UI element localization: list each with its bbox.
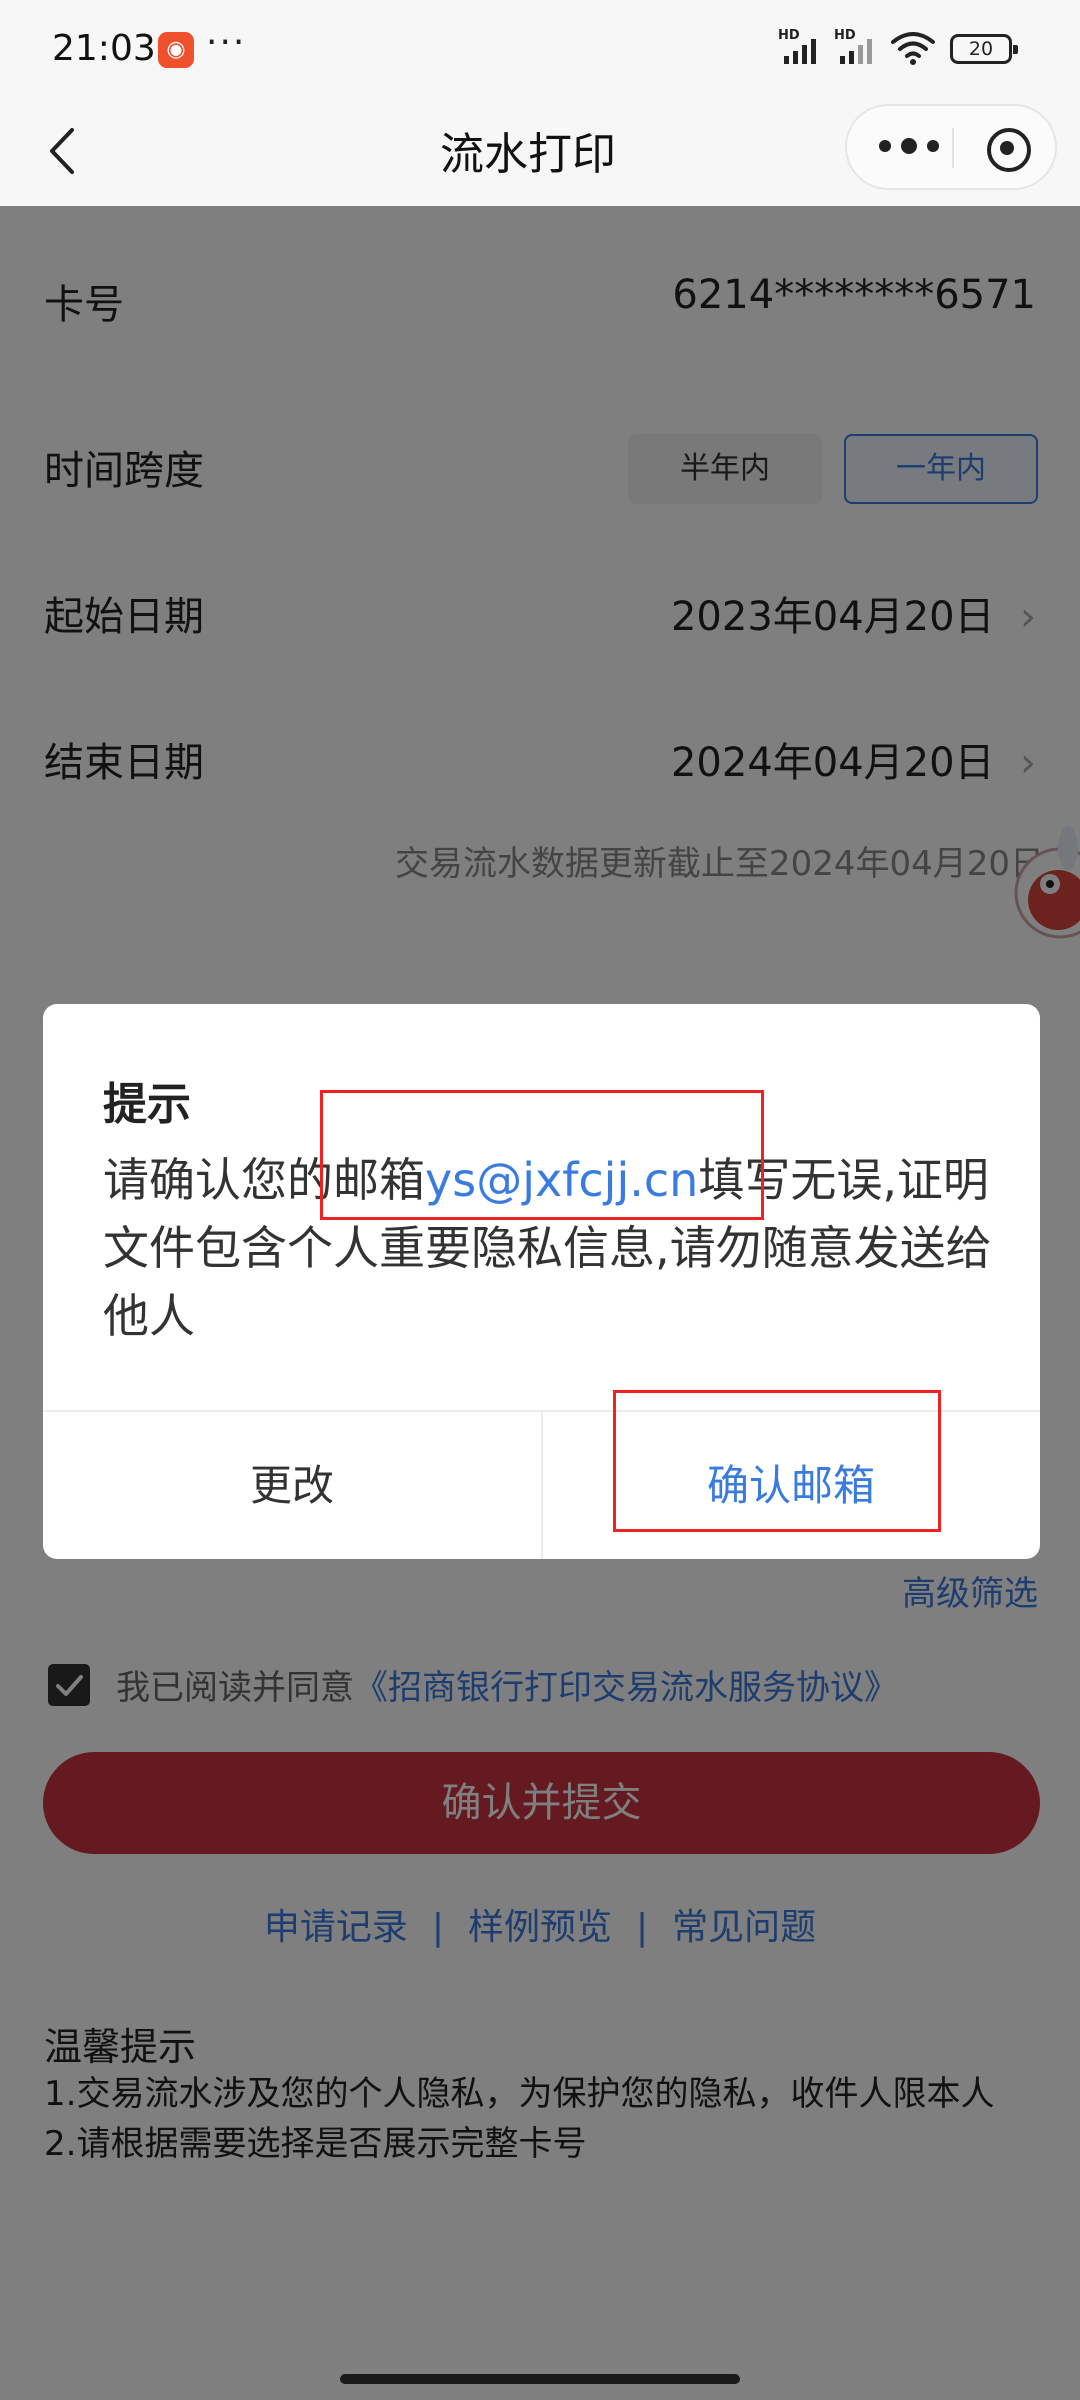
record-app-icon: ◉: [158, 32, 194, 68]
wifi-icon: [891, 32, 935, 65]
annotation-box-email: [320, 1090, 764, 1220]
more-dots-icon[interactable]: [875, 126, 943, 166]
status-more-indicator: ···: [206, 22, 247, 63]
signal-icon: HD: [778, 28, 824, 64]
dialog-title: 提示: [103, 1079, 191, 1130]
capsule-divider: [952, 128, 954, 168]
change-email-button[interactable]: 更改: [43, 1412, 541, 1559]
battery-icon: 20: [950, 34, 1018, 64]
mini-program-capsule: [845, 104, 1057, 190]
target-circle-icon[interactable]: [987, 128, 1031, 172]
home-indicator: [340, 2374, 740, 2384]
signal-icon-2: HD: [834, 28, 880, 64]
status-time: 21:03: [52, 28, 156, 69]
annotation-box-confirm: [613, 1390, 941, 1532]
